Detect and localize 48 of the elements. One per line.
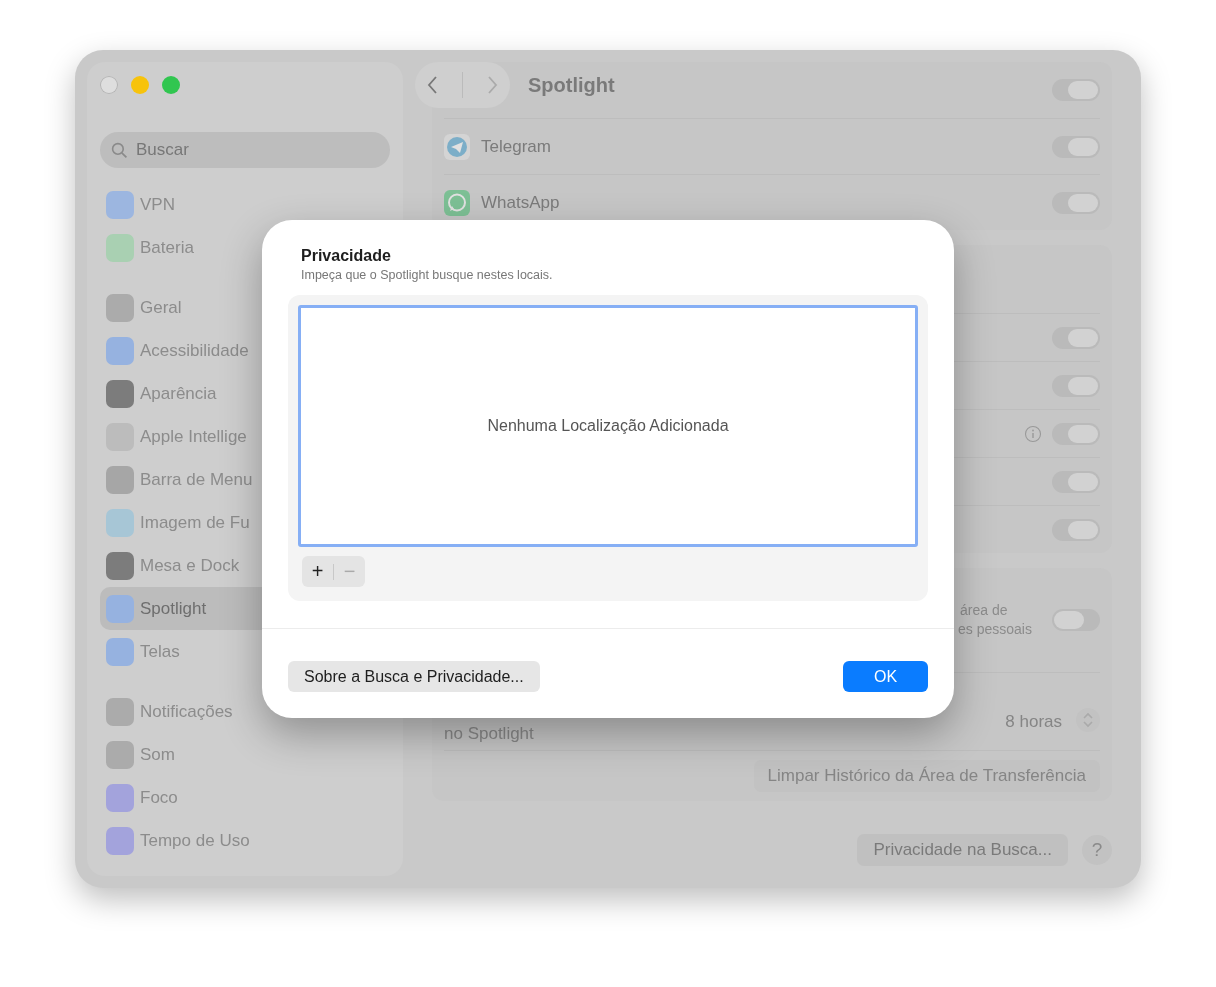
sidebar-item[interactable]: Notificações	[100, 690, 233, 733]
sidebar-item[interactable]: Bateria	[100, 226, 194, 269]
toggle-switch[interactable]	[1052, 135, 1100, 158]
window-title: Spotlight	[528, 73, 615, 97]
locations-list[interactable]: Nenhuma Localização Adicionada	[298, 305, 918, 547]
toggle-switch[interactable]	[1052, 374, 1100, 397]
minimize-icon[interactable]	[131, 76, 149, 94]
search-field[interactable]: Buscar	[100, 132, 390, 168]
chat-bubble-icon	[444, 189, 470, 216]
zoom-icon[interactable]	[162, 76, 180, 94]
add-button[interactable]: +	[302, 556, 333, 587]
sidebar-item[interactable]: Apple Intellige	[100, 415, 247, 458]
toggle-switch[interactable]	[1052, 470, 1100, 493]
help-button[interactable]: ?	[1082, 835, 1112, 865]
toggle-switch[interactable]	[1052, 422, 1100, 445]
dialog-title: Privacidade	[301, 247, 392, 265]
sidebar-item[interactable]: Tempo de Uso	[100, 819, 250, 862]
search-privacy-button[interactable]: Privacidade na Busca...	[857, 834, 1068, 866]
toggle-switch[interactable]	[1052, 79, 1100, 101]
forward-icon[interactable]	[486, 75, 499, 95]
back-icon[interactable]	[426, 75, 439, 95]
sidebar-item[interactable]: Mesa e Dock	[100, 544, 240, 587]
sidebar-item[interactable]: Foco	[100, 776, 178, 819]
paper-plane-icon	[444, 133, 470, 160]
sidebar-item[interactable]: Som	[100, 733, 175, 776]
empty-message: Nenhuma Localização Adicionada	[487, 417, 729, 435]
sidebar-item[interactable]: Aparência	[100, 372, 217, 415]
info-icon[interactable]	[1024, 424, 1042, 443]
toggle-switch[interactable]	[1052, 518, 1100, 541]
sidebar-item[interactable]: Imagem de Fu	[100, 501, 250, 544]
sidebar-item[interactable]: VPN	[100, 183, 175, 226]
duration-value: 8 horas	[1005, 712, 1062, 732]
sidebar-item[interactable]: Acessibilidade	[100, 329, 249, 372]
close-icon[interactable]	[100, 76, 118, 94]
search-icon	[111, 142, 128, 159]
about-privacy-button[interactable]: Sobre a Busca e Privacidade...	[288, 661, 540, 692]
toggle-switch[interactable]	[1052, 609, 1100, 631]
dialog-subtitle: Impeça que o Spotlight busque nestes locais.	[301, 268, 554, 282]
sidebar-item[interactable]: Telas	[100, 630, 180, 673]
stepper-icon[interactable]	[1076, 708, 1100, 732]
sidebar-item[interactable]: Geral	[100, 286, 182, 329]
clear-history-button[interactable]: Limpar Histórico da Área de Transferência	[753, 760, 1100, 792]
sidebar-item[interactable]: Barra de Menu	[100, 458, 253, 501]
app-label: WhatsApp	[481, 192, 560, 213]
ok-button[interactable]: OK	[843, 661, 928, 692]
toggle-switch[interactable]	[1052, 326, 1100, 349]
toggle-switch[interactable]	[1052, 191, 1100, 214]
app-label: Telegram	[481, 136, 551, 157]
